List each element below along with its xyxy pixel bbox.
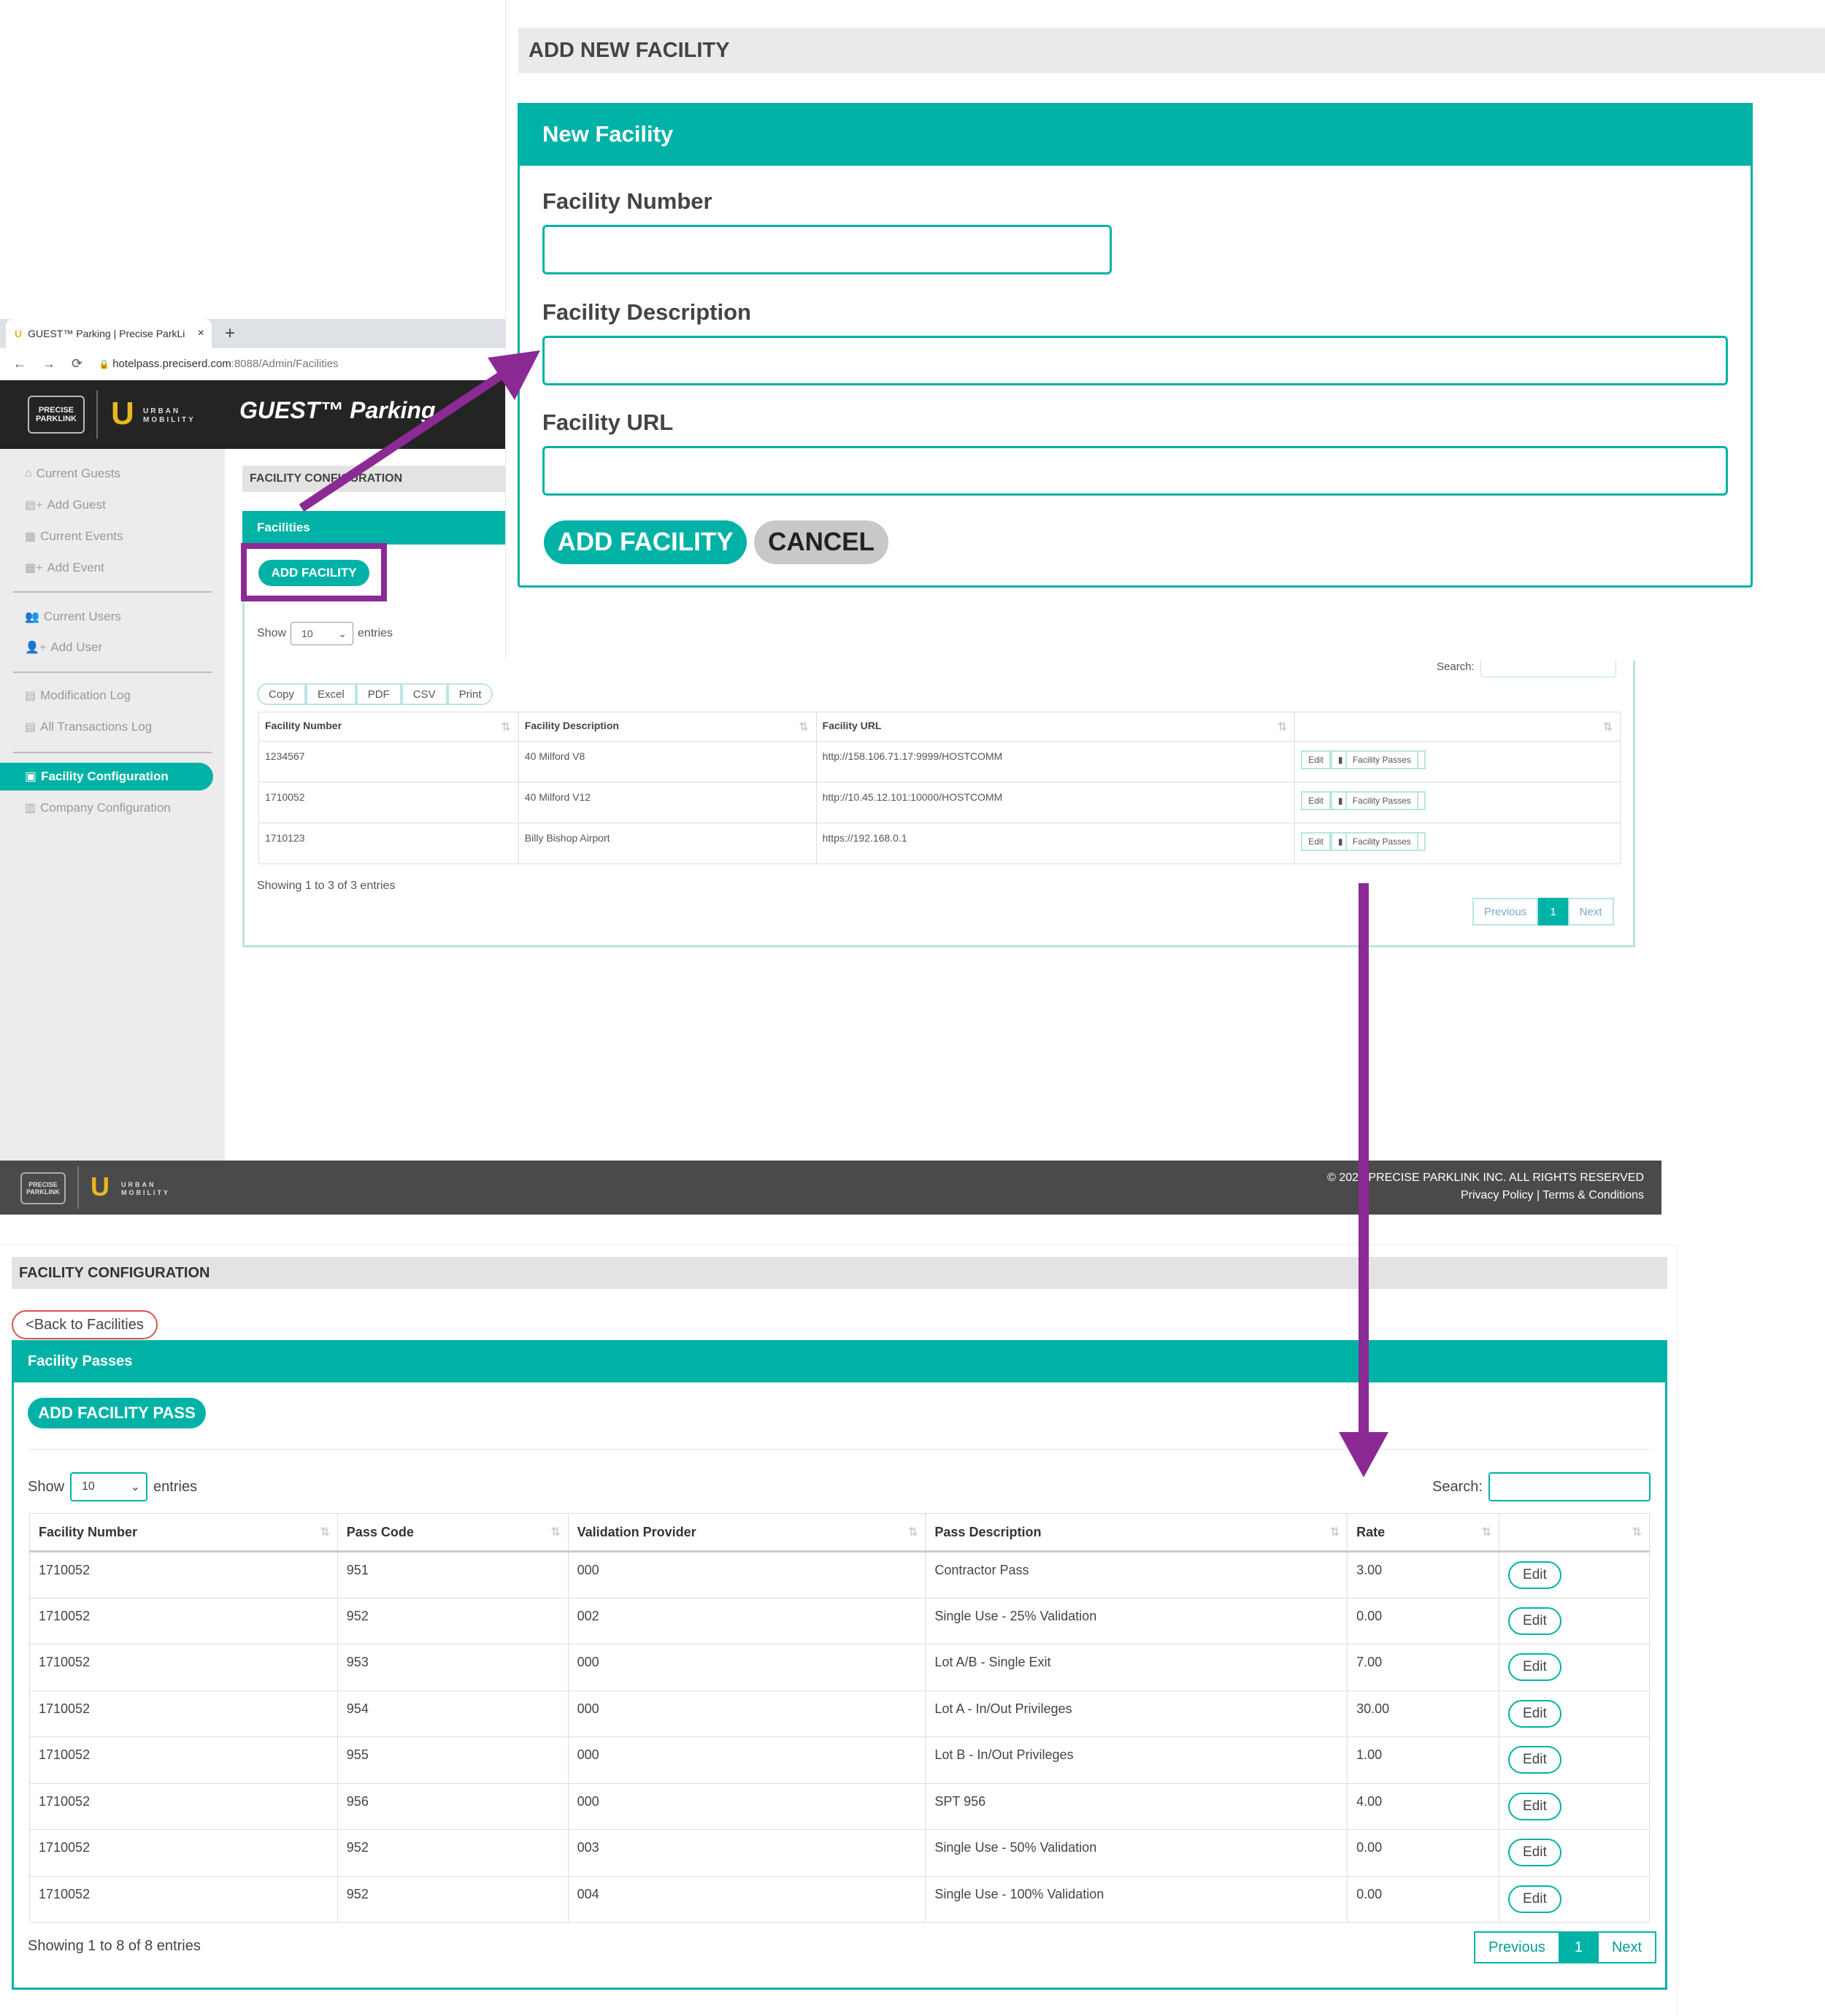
arrow-head [1339, 1432, 1388, 1477]
annotation-arrows [299, 350, 1388, 1477]
arrow-shaft [299, 370, 507, 512]
vertical-arrow [1339, 883, 1388, 1477]
diagonal-arrow [299, 350, 540, 512]
